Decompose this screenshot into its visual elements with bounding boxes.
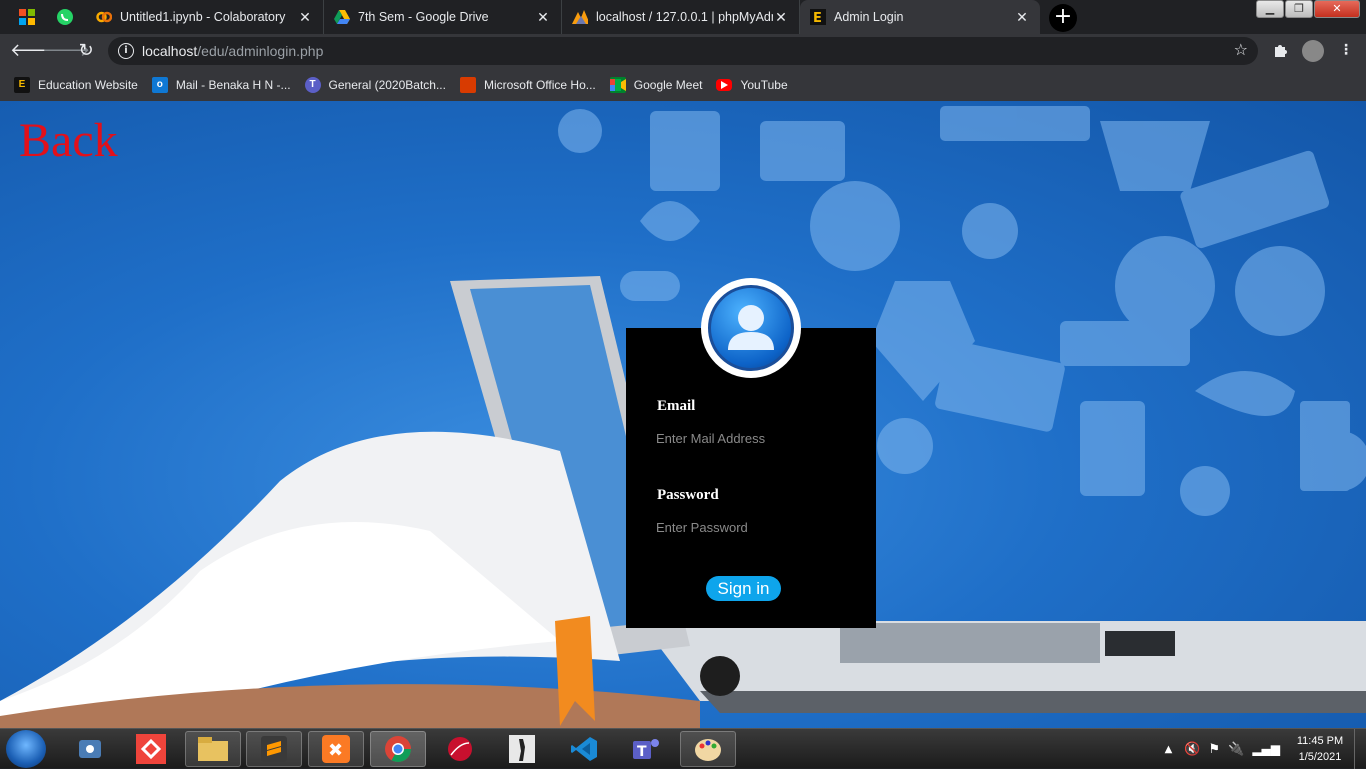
power-icon[interactable]: 🔌	[1228, 742, 1244, 757]
back-arrow-icon[interactable]: 🡐	[10, 39, 58, 63]
email-field[interactable]	[656, 427, 846, 449]
window-controls: ▁ ❐ ✕	[1256, 0, 1360, 18]
tab-strip: Untitled1.ipynb - Colaboratory ✕ 7th Sem…	[0, 0, 1366, 34]
show-desktop-button[interactable]	[1354, 729, 1366, 769]
email-label: Email	[657, 398, 696, 414]
volume-muted-icon[interactable]: 🔇	[1184, 742, 1200, 757]
page-content: Back Email Password Sign in	[0, 101, 1366, 728]
tab-admin-login[interactable]: E Admin Login ✕	[800, 0, 1040, 34]
svg-text:T: T	[637, 744, 647, 760]
back-link[interactable]: Back	[19, 113, 118, 168]
bookmark-label: Mail - Benaka H N -...	[175, 77, 291, 92]
browser-toolbar: 🡐 🡒 ↻ i localhost/edu/adminlogin.php ☆ ⋮	[0, 34, 1366, 68]
clock[interactable]: 11:45 PM 1/5/2021	[1286, 733, 1354, 765]
network-signal-icon[interactable]: ▂▄▆	[1252, 742, 1280, 756]
drive-icon	[334, 9, 350, 25]
url-host: localhost	[142, 43, 198, 59]
windows-taskbar: ✖ T ▲ 🔇 ⚑ 🔌 ▂▄▆ 11:45 PM 1/5/2021	[0, 728, 1366, 769]
bookmark-label: Google Meet	[633, 77, 703, 92]
bookmark-label: Education Website	[38, 77, 138, 92]
tab-google-drive[interactable]: 7th Sem - Google Drive ✕	[324, 0, 562, 34]
svg-text:E: E	[813, 11, 822, 25]
window-close-icon[interactable]: ✕	[1314, 0, 1360, 18]
taskbar-app-explorer-icon[interactable]	[185, 731, 241, 767]
outlook-icon: o	[151, 76, 168, 93]
close-icon[interactable]: ✕	[773, 9, 789, 26]
taskbar-app-paint-icon[interactable]	[680, 731, 736, 767]
taskbar-app-anydesk-icon[interactable]	[123, 731, 179, 767]
tab-title: localhost / 127.0.0.1 | phpMyAdm	[596, 10, 773, 24]
system-tray: ▲ 🔇 ⚑ 🔌 ▂▄▆ 11:45 PM 1/5/2021	[1165, 729, 1366, 769]
teams-icon: T	[304, 76, 321, 93]
bookmark-star-icon[interactable]: ☆	[1234, 40, 1248, 59]
tab-phpmyadmin[interactable]: localhost / 127.0.0.1 | phpMyAdm ✕	[562, 0, 800, 34]
youtube-icon	[716, 78, 733, 91]
close-icon[interactable]: ✕	[297, 9, 313, 26]
start-button[interactable]	[6, 730, 46, 768]
bookmark-label: Microsoft Office Ho...	[483, 77, 596, 92]
new-tab-button[interactable]: +	[1049, 4, 1077, 32]
clock-date: 1/5/2021	[1298, 751, 1342, 763]
taskbar-app-xampp-icon[interactable]: ✖	[308, 731, 364, 767]
profile-avatar[interactable]	[1302, 40, 1324, 62]
password-field[interactable]	[656, 516, 846, 538]
bookmark-youtube[interactable]: YouTube	[716, 77, 788, 92]
bookmark-teams-general[interactable]: T General (2020Batch...	[304, 76, 446, 93]
bookmarks-bar: E Education Website o Mail - Benaka H N …	[0, 68, 1366, 101]
show-hidden-icons-icon[interactable]: ▲	[1165, 744, 1173, 755]
taskbar-app-sublime-icon[interactable]	[246, 731, 302, 767]
site-e-icon: E	[14, 76, 30, 93]
windows-apps-tab[interactable]	[8, 0, 46, 34]
meet-icon	[609, 76, 626, 93]
svg-text:✖: ✖	[328, 740, 343, 761]
whatsapp-icon	[57, 9, 73, 25]
url-path: /edu/adminlogin.php	[197, 43, 324, 59]
taskbar-app-counter-strike-icon[interactable]	[494, 731, 550, 767]
address-bar[interactable]: i localhost/edu/adminlogin.php ☆	[108, 37, 1258, 65]
bookmark-mail[interactable]: o Mail - Benaka H N -...	[151, 76, 291, 93]
bookmark-microsoft-office[interactable]: Microsoft Office Ho...	[459, 76, 596, 93]
phpmyadmin-icon	[572, 9, 588, 25]
reload-icon[interactable]: ↻	[74, 39, 98, 63]
taskbar-app-vscode-icon[interactable]	[556, 731, 612, 767]
action-center-flag-icon[interactable]: ⚑	[1208, 742, 1220, 757]
password-label: Password	[657, 487, 719, 503]
bookmark-education-website[interactable]: E Education Website	[14, 76, 138, 93]
colab-icon	[96, 9, 112, 25]
bookmark-google-meet[interactable]: Google Meet	[609, 76, 703, 93]
tab-title: Admin Login	[834, 10, 904, 24]
office-icon	[459, 76, 476, 93]
taskbar-app-finder-icon[interactable]	[62, 731, 118, 767]
whatsapp-tab[interactable]	[46, 0, 84, 34]
maximize-icon[interactable]: ❐	[1285, 0, 1313, 18]
tab-title: 7th Sem - Google Drive	[358, 10, 489, 24]
tab-title: Untitled1.ipynb - Colaboratory	[120, 10, 286, 24]
forward-arrow-icon[interactable]: 🡒	[42, 39, 90, 63]
site-e-icon: E	[810, 9, 826, 25]
taskbar-app-teams-icon[interactable]: T	[618, 731, 674, 767]
login-card: Email Password Sign in	[626, 278, 876, 628]
close-icon[interactable]: ✕	[1014, 9, 1030, 26]
user-icon	[708, 285, 794, 371]
close-icon[interactable]: ✕	[535, 9, 551, 26]
signin-button[interactable]: Sign in	[706, 576, 781, 601]
minimize-icon[interactable]: ▁	[1256, 0, 1284, 18]
kebab-menu-icon[interactable]: ⋮	[1336, 42, 1356, 62]
bookmark-label: General (2020Batch...	[328, 77, 446, 92]
taskbar-app-chrome-icon[interactable]	[370, 731, 426, 767]
taskbar-app-cricket-icon[interactable]	[432, 731, 488, 767]
user-avatar	[701, 278, 801, 378]
site-info-icon[interactable]: i	[118, 43, 134, 59]
tab-colab[interactable]: Untitled1.ipynb - Colaboratory ✕	[86, 0, 324, 34]
extensions-puzzle-icon[interactable]	[1270, 42, 1290, 62]
windows-logo-icon	[19, 9, 35, 25]
clock-time: 11:45 PM	[1296, 735, 1344, 747]
bookmark-label: YouTube	[740, 77, 788, 92]
